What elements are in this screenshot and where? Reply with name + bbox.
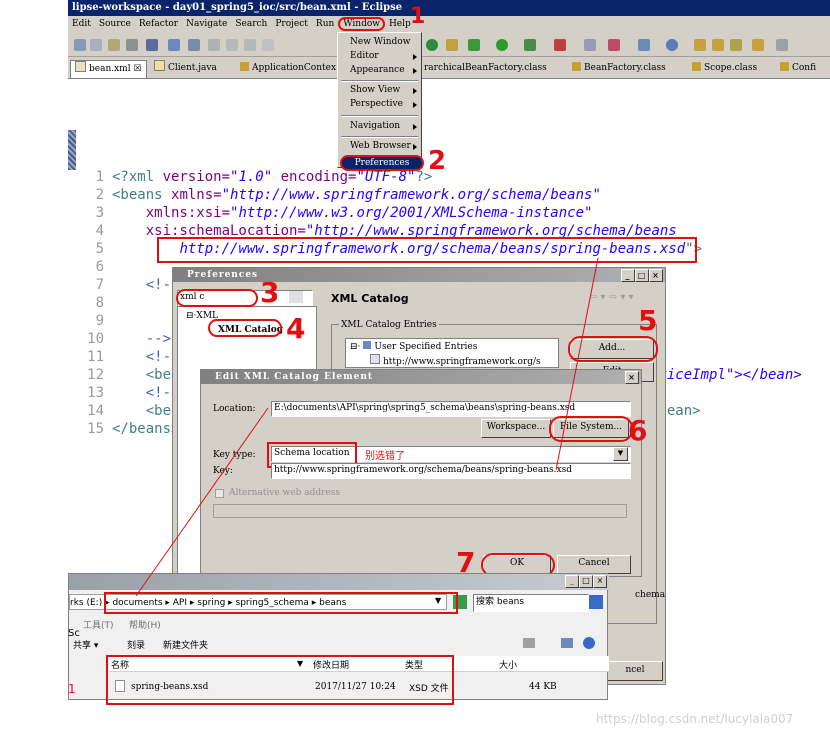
arrow-location-link — [135, 407, 269, 597]
annotation-arrows — [135, 257, 599, 597]
arrow-key-link — [555, 257, 599, 471]
watermark: https://blog.csdn.net/lucylala007 — [596, 712, 794, 726]
